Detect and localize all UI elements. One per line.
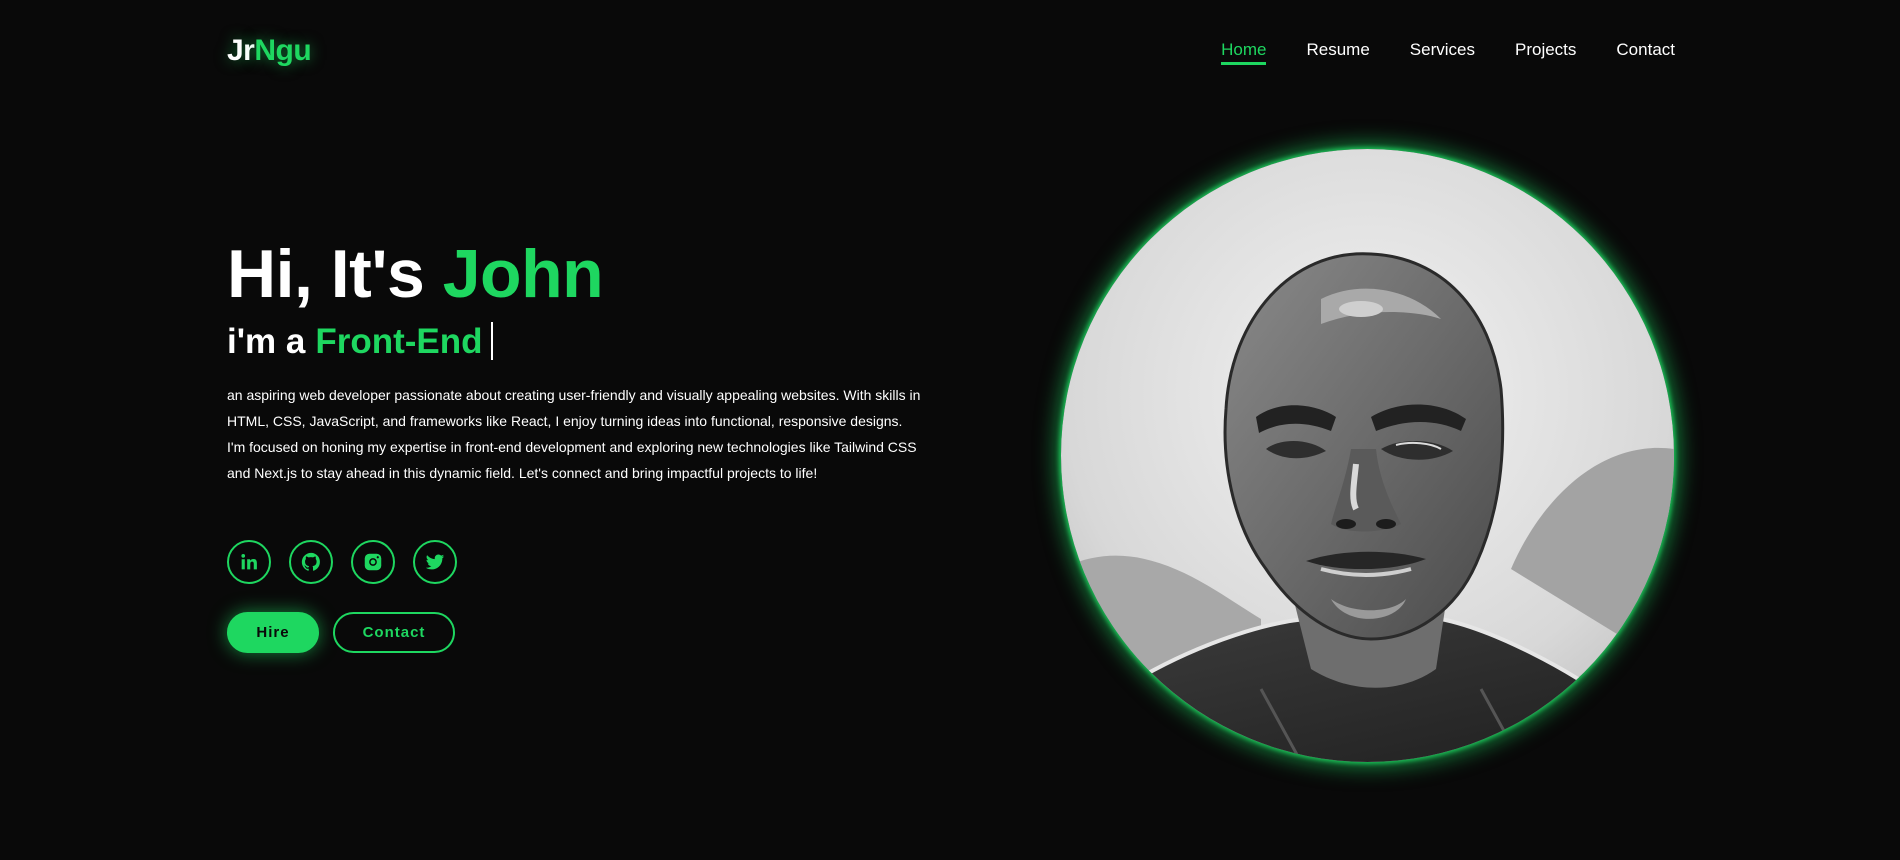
hero-actions: Hire Contact [227, 612, 455, 653]
nav-contact[interactable]: Contact [1616, 40, 1675, 64]
typing-caret [490, 322, 493, 360]
nav-projects[interactable]: Projects [1515, 40, 1576, 64]
contact-button[interactable]: Contact [333, 612, 455, 653]
profile-portrait [1061, 149, 1674, 762]
nav-services[interactable]: Services [1410, 40, 1475, 64]
page: JrNgu Home Resume Services Projects Cont… [0, 0, 1900, 860]
twitter-link[interactable] [413, 540, 457, 584]
github-link[interactable] [289, 540, 333, 584]
instagram-link[interactable] [351, 540, 395, 584]
hero-description: an aspiring web developer passionate abo… [227, 387, 921, 481]
linkedin-link[interactable] [227, 540, 271, 584]
hero-name: John [442, 236, 604, 312]
role-prefix: i'm a [227, 321, 306, 361]
twitter-icon [425, 554, 445, 570]
hero-title: Hi, It's John [227, 240, 604, 308]
social-links [227, 540, 457, 584]
hero-greeting: Hi, It's [227, 236, 425, 312]
portrait-illustration [1061, 149, 1674, 762]
instagram-icon [364, 553, 382, 571]
role-text: Front-End [315, 321, 483, 361]
github-icon [301, 552, 320, 571]
logo-part2: Ngu [254, 34, 312, 67]
hero-subtitle: i'm a Front-End [227, 322, 493, 360]
nav-resume[interactable]: Resume [1306, 40, 1369, 64]
nav-home[interactable]: Home [1221, 40, 1267, 65]
linkedin-icon [241, 554, 257, 570]
hire-button[interactable]: Hire [227, 612, 319, 653]
main-nav: Home Resume Services Projects Contact [1221, 40, 1675, 65]
logo-part1: Jr [227, 34, 255, 67]
logo[interactable]: JrNgu [227, 34, 312, 68]
